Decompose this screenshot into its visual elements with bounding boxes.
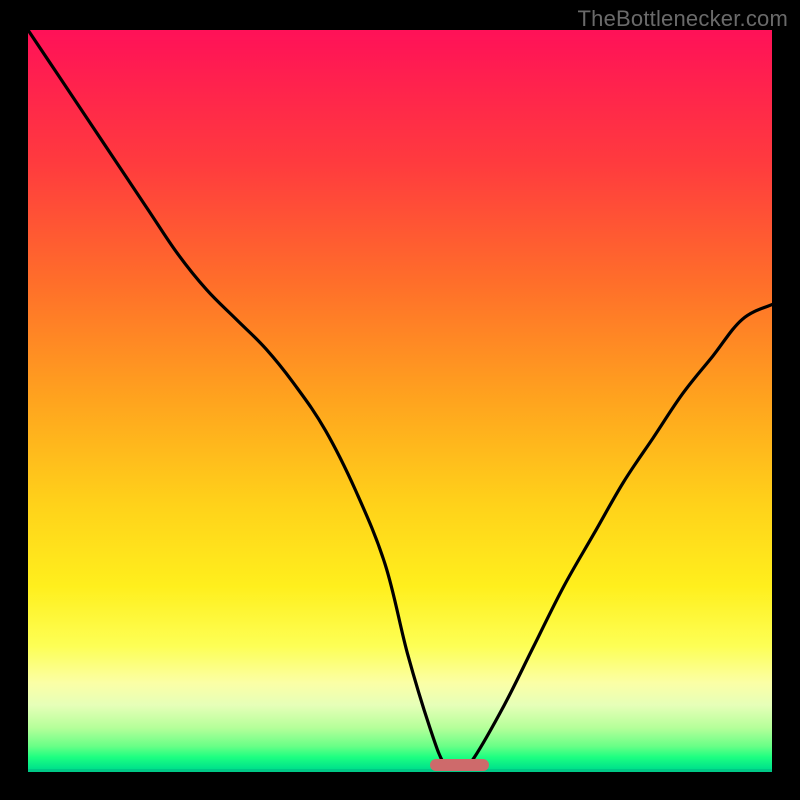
chart-stage: TheBottlenecker.com xyxy=(0,0,800,800)
watermark-text: TheBottlenecker.com xyxy=(578,6,788,32)
baseline xyxy=(28,769,772,772)
plot-area xyxy=(28,30,772,772)
optimal-range-marker xyxy=(430,759,490,771)
bottleneck-curve xyxy=(28,30,772,772)
